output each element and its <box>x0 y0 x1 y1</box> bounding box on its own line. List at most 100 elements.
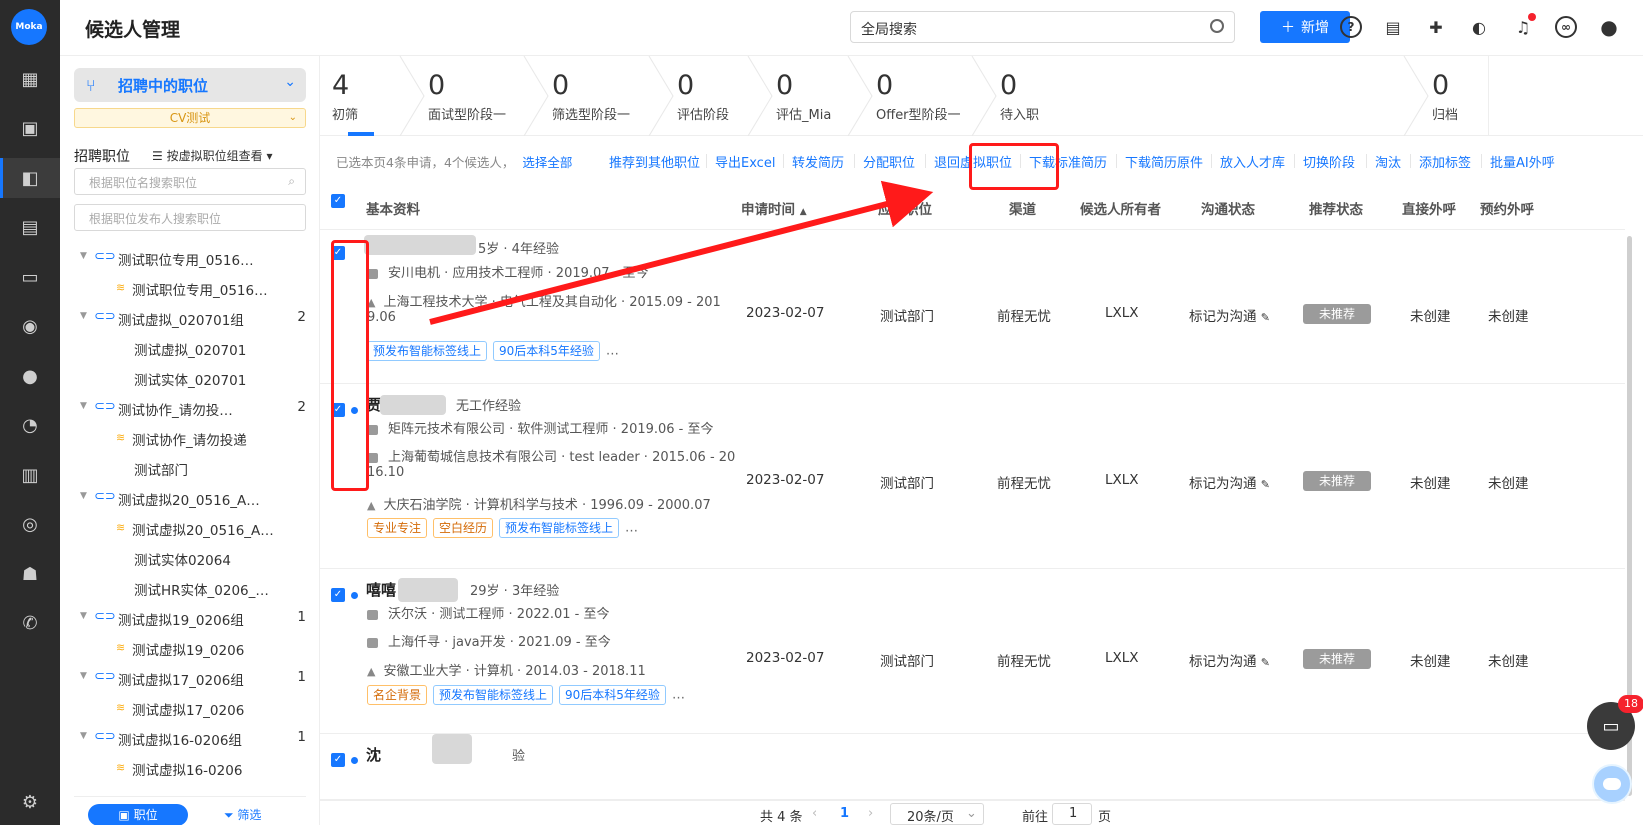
prev-page-icon[interactable]: ‹ <box>812 806 817 821</box>
tab-jobs[interactable]: ▣ 职位 <box>88 804 188 825</box>
tree-item[interactable]: 测试实体_020701 <box>60 364 320 394</box>
phone-icon[interactable]: ✆ <box>0 603 60 643</box>
briefcase-icon[interactable]: ▣ <box>0 108 60 148</box>
candidate-icon[interactable]: ◧ <box>0 158 60 198</box>
bell-icon[interactable]: ♫ <box>1512 13 1536 38</box>
tree-item[interactable]: ▼ ⊂⊃ 测试协作_请勿投… 2 <box>60 394 320 424</box>
tree-item[interactable]: ≋ 测试职位专用_0516… <box>60 274 320 304</box>
comm-status[interactable]: 标记为沟通 ✎ <box>1189 472 1270 492</box>
calendar-icon[interactable]: ▤ <box>0 207 60 247</box>
stage-label: 待入职 <box>1000 108 1040 123</box>
hr-icon[interactable]: ● <box>0 356 60 396</box>
global-search-input[interactable]: 全局搜索 <box>850 11 1235 43</box>
action-2[interactable]: 转发简历 <box>792 152 844 171</box>
action-divider <box>1481 154 1482 168</box>
candidate-tag[interactable]: 名企背景 <box>367 685 428 705</box>
tree-item[interactable]: ▼ ⊂⊃ 测试虚拟17_0206组 1 <box>60 664 320 694</box>
select-all-link[interactable]: 选择全部 <box>522 155 572 170</box>
help-icon[interactable]: ? <box>1340 16 1362 38</box>
action-3[interactable]: 分配职位 <box>863 152 915 171</box>
tree-item[interactable]: 测试实体02064 <box>60 544 320 574</box>
bar-chart-icon[interactable]: ▥ <box>0 455 60 495</box>
row-checkbox[interactable]: ✓ <box>331 588 345 602</box>
tree-item[interactable]: ▼ ⊂⊃ 测试职位专用_0516… <box>60 244 320 274</box>
tree-item[interactable]: ≋ 测试虚拟16-0206 <box>60 754 320 784</box>
publisher-search-input[interactable]: 根据职位发布人搜索职位 <box>74 204 306 231</box>
pie-chart-icon[interactable]: ◔ <box>0 405 60 445</box>
more-tags-icon[interactable]: … <box>625 521 638 536</box>
candidate-tag[interactable]: 预发布智能标签线上 <box>367 341 488 361</box>
action-10[interactable]: 添加标签 <box>1419 152 1471 171</box>
rec-status-badge: 未推荐 <box>1303 649 1371 669</box>
stage-count: 4 <box>332 70 350 101</box>
action-9[interactable]: 淘汰 <box>1375 152 1401 171</box>
candidate-name[interactable]: 沈 <box>366 744 381 765</box>
job-search-placeholder: 根据职位名搜索职位 <box>89 176 198 190</box>
tree-item[interactable]: ≋ 测试协作_请勿投递 <box>60 424 320 454</box>
more-tags-icon[interactable]: … <box>606 344 619 359</box>
candidate-tag[interactable]: 预发布智能标签线上 <box>499 518 620 538</box>
table-row[interactable]: ✓ 贾无工作经验 矩阵元技术有限公司 · 软件测试工程师 · 2019.06 - 至… <box>320 384 1625 569</box>
sort-dropdown[interactable]: ☰ 按虚拟职位组查看 ▾ <box>152 147 272 164</box>
stack-icon: ≋ <box>116 431 126 444</box>
action-divider <box>1410 154 1411 168</box>
tree-item[interactable]: ▼ ⊂⊃ 测试虚拟20_0516_A… <box>60 484 320 514</box>
col-basic-info: 基本资料 <box>366 202 420 218</box>
job-name-search-input[interactable]: 根据职位名搜索职位 ⌕ <box>74 168 306 195</box>
table-row[interactable]: ✓ 嘻嘻 29岁 · 3年经验 沃尔沃 · 测试工程师 · 2022.01 - 至今上… <box>320 569 1625 734</box>
table-row[interactable]: ✓ 5岁 · 4年经验 安川电机 · 应用技术工程师 · 2019.07 - 至今 ▲… <box>320 231 1625 384</box>
sort-up-icon: ▲ <box>799 207 807 217</box>
tree-item[interactable]: 测试虚拟_020701 <box>60 334 320 364</box>
action-7[interactable]: 放入人才库 <box>1220 152 1285 171</box>
comm-status[interactable]: 标记为沟通 ✎ <box>1189 650 1270 670</box>
action-1[interactable]: 导出Excel <box>715 152 775 171</box>
select-all-checkbox[interactable]: ✓ <box>331 194 345 208</box>
document-icon[interactable]: ▤ <box>1382 16 1404 38</box>
person-icon[interactable]: ◎ <box>0 504 60 544</box>
support-icon[interactable]: ◐ <box>1468 16 1490 38</box>
candidate-name[interactable]: 嘻嘻 <box>366 579 396 600</box>
action-0[interactable]: 推荐到其他职位 <box>609 152 700 171</box>
action-8[interactable]: 切换阶段 <box>1303 152 1355 171</box>
dashboard-icon[interactable]: ▦ <box>0 59 60 99</box>
row-checkbox[interactable]: ✓ <box>331 753 345 767</box>
tree-item[interactable]: ≋ 测试虚拟20_0516_A… <box>60 514 320 544</box>
new-button[interactable]: ＋ 新增 <box>1260 11 1350 43</box>
tree-item[interactable]: ≋ 测试虚拟19_0206 <box>60 634 320 664</box>
candidate-tag[interactable]: 90后本科5年经验 <box>493 341 600 361</box>
assistant-bot-icon[interactable] <box>1592 764 1632 804</box>
candidate-tag[interactable]: 90后本科5年经验 <box>559 685 666 705</box>
moka-logo[interactable]: Moka <box>11 9 47 45</box>
resume-line: 上海葡萄城信息技术有限公司 · test leader · 2015.06 - … <box>367 446 735 465</box>
wechat-icon[interactable]: ◉ <box>0 306 60 346</box>
tree-item[interactable]: ▼ ⊂⊃ 测试虚拟16-0206组 1 <box>60 724 320 754</box>
tree-item-label: 测试实体02064 <box>134 553 231 569</box>
tab-filter[interactable]: ⏷ 筛选 <box>224 806 261 823</box>
tree-item[interactable]: ▼ ⊂⊃ 测试虚拟19_0206组 1 <box>60 604 320 634</box>
tree-item[interactable]: ▼ ⊂⊃ 测试虚拟_020701组 2 <box>60 304 320 334</box>
tree-item[interactable]: 测试HR实体_0206_… <box>60 574 320 604</box>
page-number[interactable]: 1 <box>840 806 849 821</box>
job-status-dropdown[interactable]: ⑂ 招聘中的职位 ⌄ <box>74 68 306 102</box>
card-icon[interactable]: ▭ <box>0 257 60 297</box>
user-icon[interactable]: ● <box>1598 15 1620 39</box>
col-apply-time[interactable]: 申请时间 ▲ <box>741 198 807 218</box>
plugin-icon[interactable]: ✚ <box>1425 16 1447 38</box>
next-page-icon[interactable]: › <box>868 806 873 821</box>
action-6[interactable]: 下载简历原件 <box>1125 152 1203 171</box>
comm-status[interactable]: 标记为沟通 ✎ <box>1189 305 1270 325</box>
candidate-tag[interactable]: 专业专注 <box>367 518 428 538</box>
tree-item[interactable]: ≋ 测试虚拟17_0206 <box>60 694 320 724</box>
cv-filter-tag[interactable]: CV测试 ⌄ <box>74 108 306 128</box>
col-booked-call: 预约外呼 <box>1480 202 1534 218</box>
edit-icon: ✎ <box>1260 478 1271 491</box>
action-11[interactable]: 批量AI外呼 <box>1490 152 1555 171</box>
candidate-tag[interactable]: 空白经历 <box>433 518 494 538</box>
candidate-tag[interactable]: 预发布智能标签线上 <box>433 685 554 705</box>
table-row[interactable]: ✓ 沈 验 <box>320 734 1625 800</box>
settings-icon[interactable]: ⚙ <box>0 782 60 822</box>
link-icon[interactable]: ∞ <box>1555 16 1577 38</box>
more-tags-icon[interactable]: … <box>672 688 685 703</box>
team-icon[interactable]: ☗ <box>0 554 60 594</box>
tree-item[interactable]: 测试部门 <box>60 454 320 484</box>
